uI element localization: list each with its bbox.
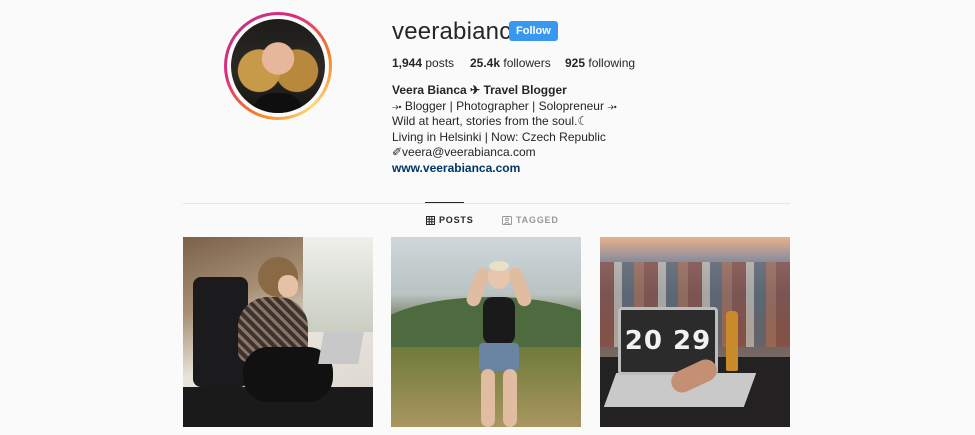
post-bottle — [726, 311, 738, 371]
post-person-shorts — [479, 343, 519, 371]
avatar-shirt — [253, 93, 303, 113]
following-count: 925 — [565, 56, 586, 70]
post-person-torso — [483, 297, 515, 345]
posts-label: posts — [422, 56, 455, 70]
followers-label: followers — [500, 56, 551, 70]
tagged-icon — [502, 215, 512, 225]
post-person-face — [278, 275, 298, 297]
post-person-leg — [481, 369, 495, 427]
profile-avatar[interactable] — [224, 12, 332, 120]
tab-posts-label: POSTS — [439, 215, 474, 225]
bio-email: ✐veera@veerabianca.com — [392, 145, 536, 160]
post-person-hair — [489, 261, 509, 271]
following-stat[interactable]: 925 following — [565, 56, 635, 70]
post-person-leg — [503, 369, 517, 427]
bio-line: Wild at heart, stories from the soul.☾ — [392, 114, 589, 129]
profile-username: veerabianca — [392, 18, 525, 45]
posts-count-stat: 1,944 posts — [392, 56, 454, 70]
tab-posts[interactable]: POSTS — [426, 215, 474, 225]
avatar-photo — [231, 19, 325, 113]
post-clock-text: 20 29 — [624, 326, 712, 356]
tabs-divider — [183, 203, 790, 204]
active-tab-indicator — [425, 202, 464, 203]
bio-full-name: Veera Bianca ✈ Travel Blogger — [392, 83, 567, 97]
bio-line: Living in Helsinki | Now: Czech Republic — [392, 129, 606, 144]
following-label: following — [585, 56, 636, 70]
tab-tagged[interactable]: TAGGED — [502, 215, 559, 225]
post-train-window — [303, 237, 373, 332]
grid-icon — [426, 215, 435, 225]
bio-line: ⤞ Blogger | Photographer | Solopreneur ⤞ — [392, 98, 617, 113]
tab-tagged-label: TAGGED — [516, 215, 559, 225]
post-thumbnail[interactable]: 20 29 — [600, 237, 790, 427]
bio-website-link[interactable]: www.veerabianca.com — [392, 161, 722, 177]
followers-count: 25.4k — [470, 56, 501, 70]
followers-stat[interactable]: 25.4k followers — [470, 56, 551, 70]
profile-bio: Veera Bianca ✈ Travel Blogger ⤞ Blogger … — [392, 83, 722, 177]
post-thumbnail[interactable] — [391, 237, 581, 427]
avatar-ring-gap — [227, 15, 329, 117]
follow-button[interactable]: Follow — [509, 21, 558, 41]
post-thumbnail[interactable] — [183, 237, 373, 427]
post-laptop — [318, 332, 364, 364]
posts-count: 1,944 — [392, 56, 423, 70]
